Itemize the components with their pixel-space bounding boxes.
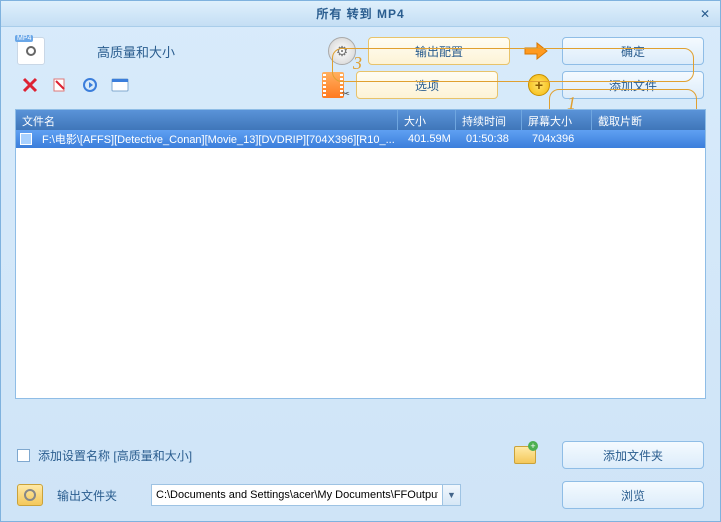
app-window: 所有 转到 MP4 ✕ 高质量和大小 ⚙ 输出配置 确定 ✂ 选项 + 添加文件… xyxy=(0,0,721,522)
toolbar-row-2: ✂ 选项 + 添加文件 xyxy=(1,71,720,105)
output-path-combo[interactable]: ▼ xyxy=(151,484,461,506)
output-folder-icon[interactable] xyxy=(17,484,43,506)
title-bar: 所有 转到 MP4 ✕ xyxy=(1,1,720,27)
col-size[interactable]: 大小 xyxy=(398,110,456,130)
output-config-button[interactable]: 输出配置 xyxy=(368,37,510,65)
bottom-panel: 添加设置名称 [高质量和大小] 添加文件夹 输出文件夹 ▼ 浏览 xyxy=(1,431,720,521)
cell-size: 401.59M xyxy=(402,131,460,147)
browse-button[interactable]: 浏览 xyxy=(562,481,704,509)
cell-screensize: 704x396 xyxy=(526,131,596,147)
add-settings-label: 添加设置名称 [高质量和大小] xyxy=(38,447,192,464)
add-settings-row: 添加设置名称 [高质量和大小] 添加文件夹 xyxy=(17,441,704,469)
toolbar-row-1: 高质量和大小 ⚙ 输出配置 确定 xyxy=(1,27,720,71)
remove-icon[interactable] xyxy=(21,76,39,94)
window-title: 所有 转到 MP4 xyxy=(316,5,404,22)
output-row: 输出文件夹 ▼ 浏览 xyxy=(17,481,704,509)
cell-filename: F:\电影\[AFFS][Detective_Conan][Movie_13][… xyxy=(36,129,402,149)
clear-icon[interactable] xyxy=(51,76,69,94)
col-screensize[interactable]: 屏幕大小 xyxy=(522,110,592,130)
cell-duration: 01:50:38 xyxy=(460,131,526,147)
col-cut[interactable]: 截取片断 xyxy=(592,110,705,130)
output-folder-label: 输出文件夹 xyxy=(57,487,137,504)
ok-button[interactable]: 确定 xyxy=(562,37,704,65)
add-folder-button[interactable]: 添加文件夹 xyxy=(562,441,704,469)
add-folder-icon[interactable] xyxy=(514,446,536,464)
col-duration[interactable]: 持续时间 xyxy=(456,110,522,130)
file-table: 文件名 大小 持续时间 屏幕大小 截取片断 F:\电影\[AFFS][Detec… xyxy=(15,109,706,399)
format-mp4-icon[interactable] xyxy=(17,37,45,65)
add-settings-checkbox[interactable] xyxy=(17,449,30,462)
edit-video-icon[interactable]: ✂ xyxy=(322,72,344,98)
options-button[interactable]: 选项 xyxy=(356,71,498,99)
left-icon-group xyxy=(21,76,129,94)
arrow-icon xyxy=(522,37,550,65)
output-path-input[interactable] xyxy=(152,489,442,501)
output-path-dropdown[interactable]: ▼ xyxy=(442,485,460,505)
add-file-button[interactable]: 添加文件 xyxy=(562,71,704,99)
close-button[interactable]: ✕ xyxy=(696,5,714,23)
quality-label: 高质量和大小 xyxy=(97,42,175,61)
table-row[interactable]: F:\电影\[AFFS][Detective_Conan][Movie_13][… xyxy=(16,130,705,148)
add-file-icon[interactable]: + xyxy=(528,74,550,96)
output-config-icon[interactable]: ⚙ xyxy=(328,37,356,65)
col-filename[interactable]: 文件名 xyxy=(16,110,398,130)
cell-cut xyxy=(596,137,705,141)
table-header: 文件名 大小 持续时间 屏幕大小 截取片断 xyxy=(16,110,705,130)
info-icon[interactable] xyxy=(111,76,129,94)
row-type-icon xyxy=(20,133,32,145)
play-icon[interactable] xyxy=(81,76,99,94)
